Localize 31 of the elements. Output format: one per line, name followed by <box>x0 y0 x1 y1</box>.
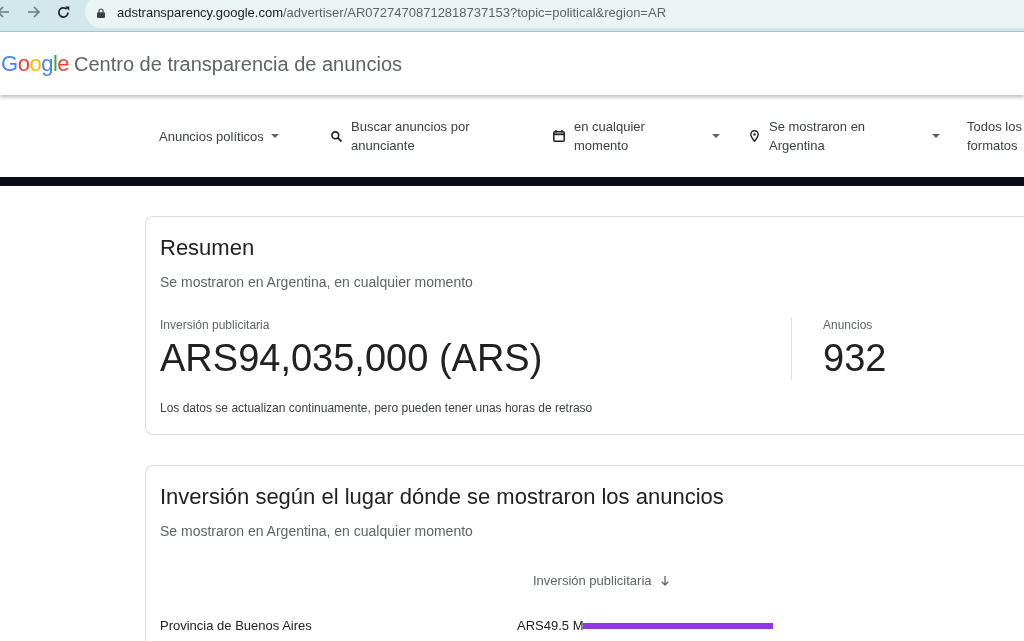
card-subtitle: Se mostraron en Argentina, en cualquier momento <box>160 522 474 541</box>
metric-label: Inversión publicitaria <box>160 317 271 333</box>
app-title: Centro de transparencia de anuncios <box>74 51 402 77</box>
data-delay-note: Los datos se actualizan continuamente, pero pueden tener unas horas de retraso <box>160 400 594 416</box>
table-cell-text: Provincia de Buenos Aires <box>160 617 313 635</box>
url-text: adstransparency.google.com/advertiser/AR07274708712818737153?topic=political&region=AR <box>117 5 667 21</box>
card-subtitle: Se mostraron en Argentina, en cualquier momento <box>160 273 474 292</box>
metric-value: 932 <box>823 336 887 380</box>
lock-icon <box>97 8 105 18</box>
card-title: Inversión según el lugar dónde se mostraron los anuncios <box>160 483 725 511</box>
caret-icon <box>270 134 279 138</box>
date-range-dropdown[interactable]: en cualquier momento <box>553 117 748 155</box>
column-header[interactable]: Inversión publicitaria <box>533 572 669 590</box>
forward-arrow-icon[interactable] <box>27 5 41 19</box>
format-dropdown[interactable]: Todos los formatos <box>967 117 1024 155</box>
caret-icon <box>932 134 940 138</box>
table-cell: ARS49.5 M <box>517 617 584 635</box>
region-dropdown[interactable]: Se mostraron en Argentina <box>748 117 967 155</box>
calendar-icon <box>553 130 565 142</box>
search-field[interactable]: Buscar anuncios por anunciante <box>351 117 479 155</box>
topic-dropdown[interactable]: Anuncios políticos <box>159 126 330 146</box>
search-icon <box>331 130 342 142</box>
metric-label: Anuncios <box>823 317 874 333</box>
caret-icon <box>712 134 720 138</box>
location-pin-icon <box>750 130 759 142</box>
address-bar[interactable]: adstransparency.google.com/advertiser/AR07274708712818737153?topic=political&region=AR <box>85 0 1024 28</box>
card-title: Resumen <box>160 234 256 262</box>
metric-value: ARS94,035,000 (ARS) <box>160 336 544 380</box>
reload-icon[interactable] <box>57 5 70 19</box>
back-arrow-icon[interactable] <box>0 5 10 19</box>
google-logo[interactable]: Google <box>1 50 69 77</box>
